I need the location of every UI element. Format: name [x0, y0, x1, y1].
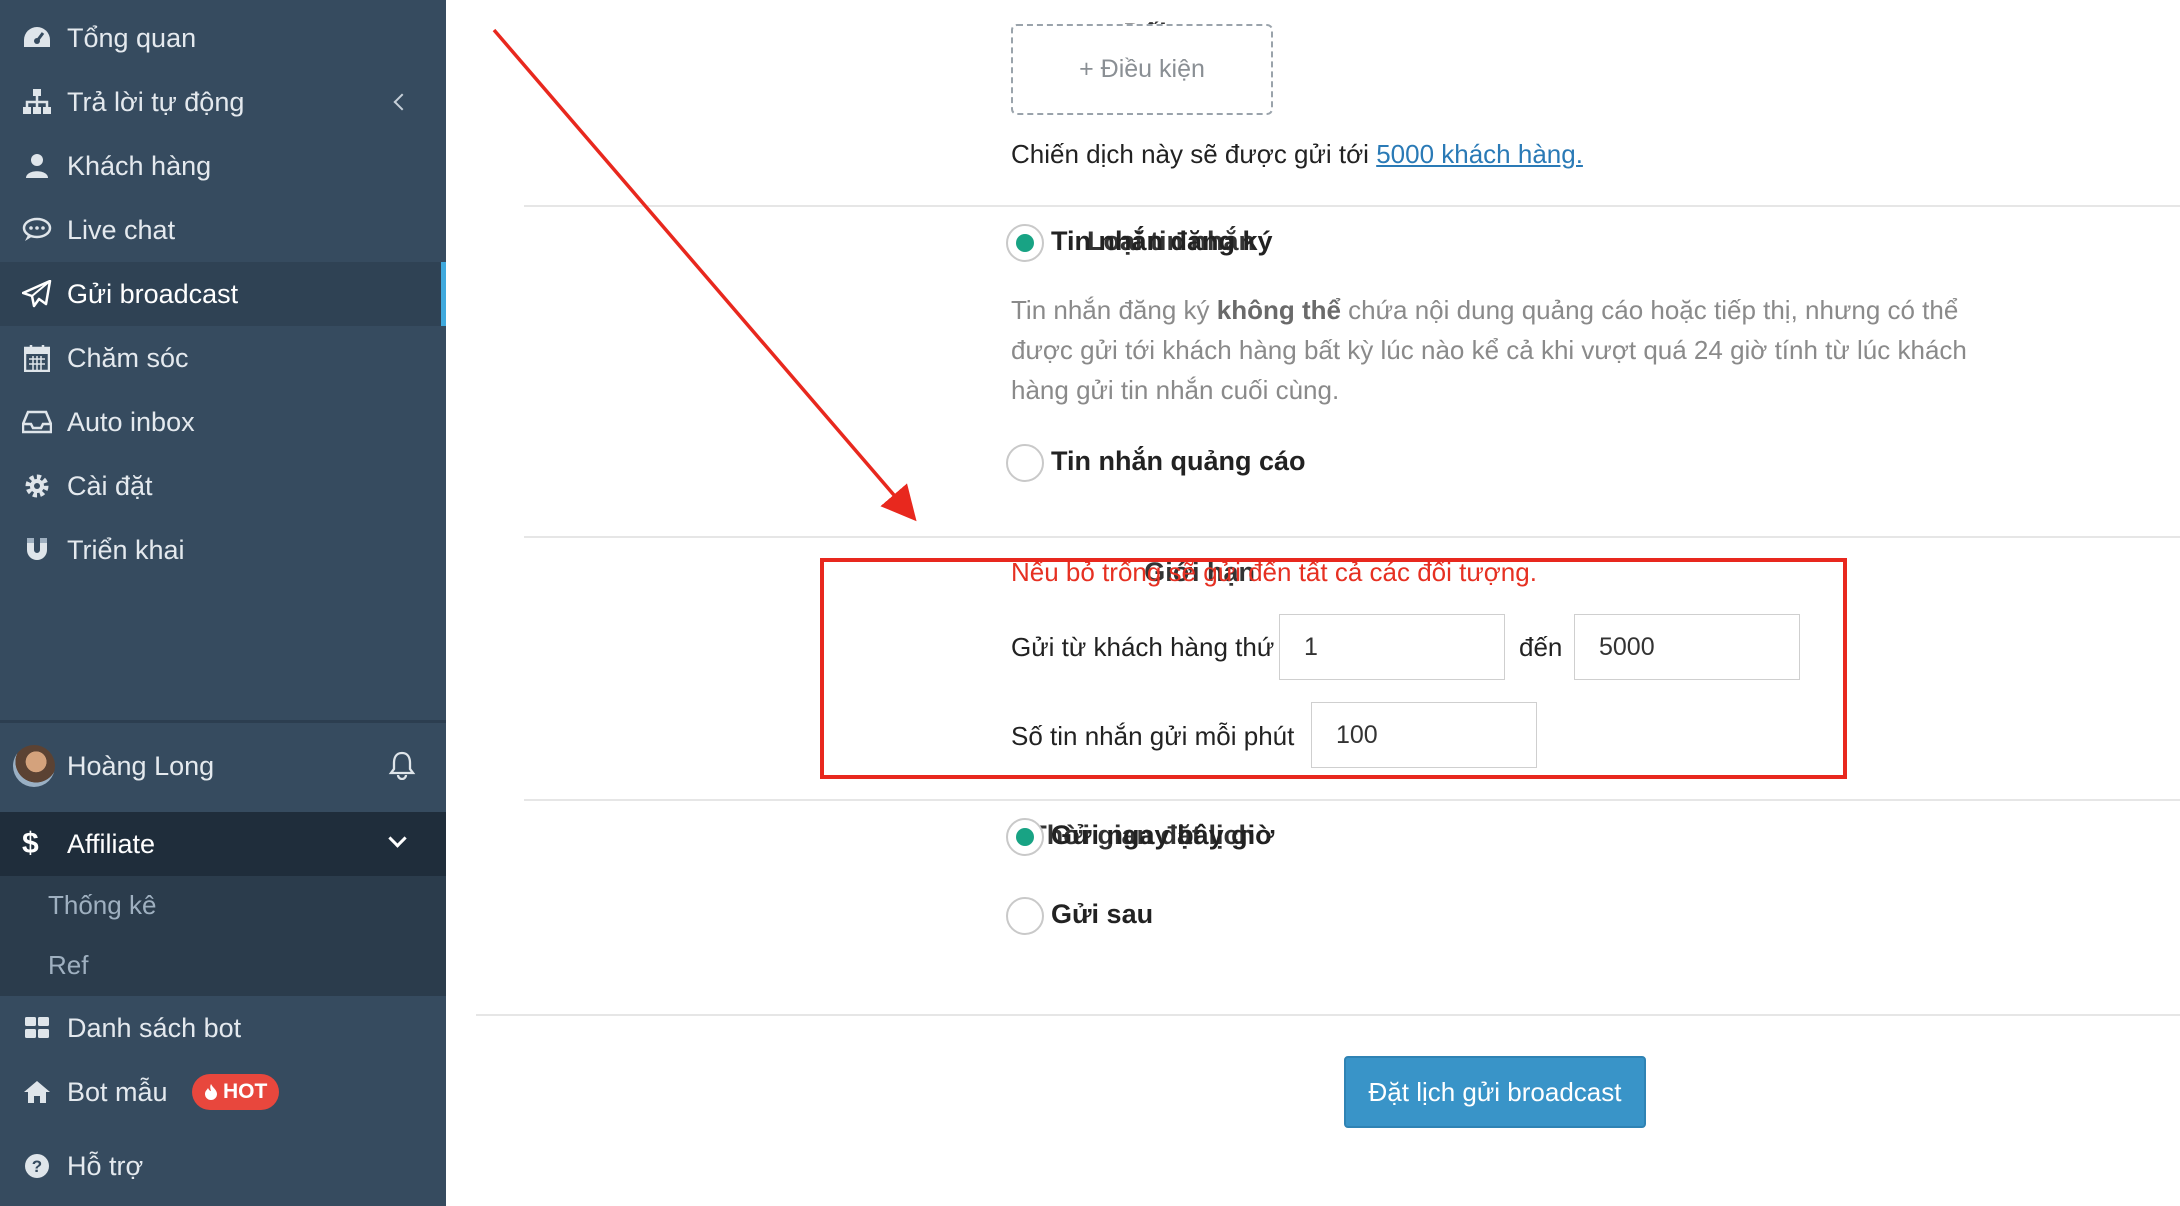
annotation-arrow	[492, 28, 917, 522]
